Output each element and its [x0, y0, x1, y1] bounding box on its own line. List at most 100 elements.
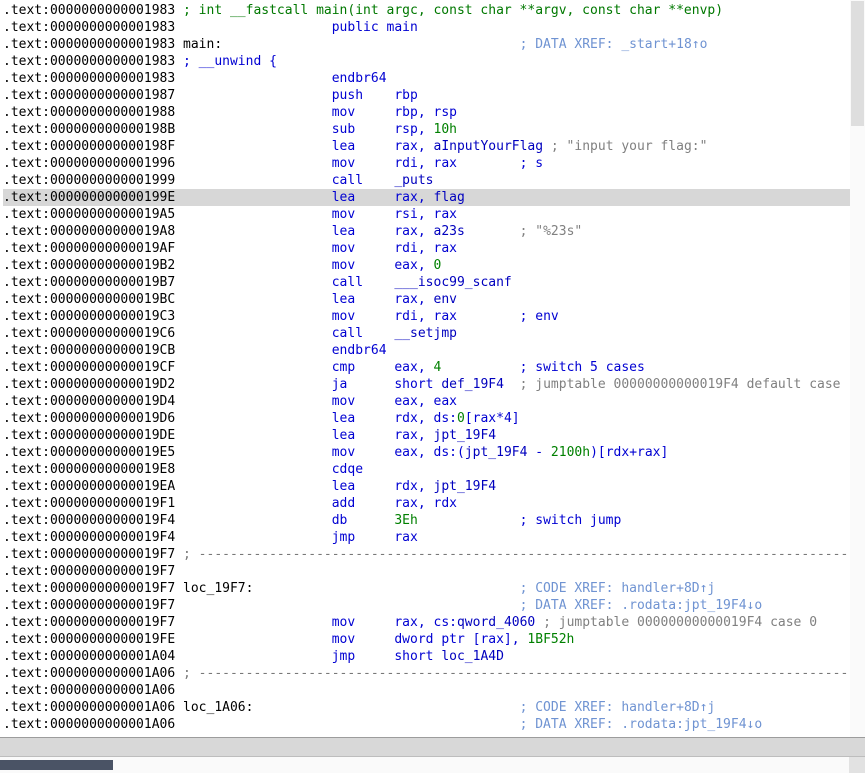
- asm-line[interactable]: .text:00000000000019FE mov dword ptr [ra…: [3, 631, 865, 648]
- horizontal-scrollbar-thumb[interactable]: [0, 760, 113, 770]
- symbol-name[interactable]: def_19F4: [441, 377, 504, 392]
- xref-comment[interactable]: ; DATA XREF: .rodata:jpt_19F4↓o: [520, 717, 763, 732]
- symbol-name[interactable]: aInputYourFlag: [434, 139, 544, 154]
- instruction-text: eax, ds:(: [394, 445, 464, 460]
- instruction-text: mov: [332, 632, 355, 647]
- asm-line-selected[interactable]: .text:000000000000199E lea rax, flag: [3, 189, 865, 206]
- address: .text:00000000000019F7: [3, 564, 175, 579]
- asm-line[interactable]: .text:00000000000019E8 cdqe: [3, 461, 865, 478]
- disassembly-listing[interactable]: .text:0000000000001983 ; int __fastcall …: [0, 0, 865, 737]
- xref-comment[interactable]: ; CODE XREF: handler+8D↑j: [520, 700, 716, 715]
- label: main:: [183, 37, 222, 52]
- asm-line[interactable]: .text:0000000000001983 ; __unwind {: [3, 53, 865, 70]
- symbol-name[interactable]: ___isoc99_scanf: [394, 275, 511, 290]
- instruction-text: dword ptr [rax],: [394, 632, 527, 647]
- xref-comment[interactable]: ; CODE XREF: handler+8D↑j: [520, 581, 716, 596]
- asm-line[interactable]: .text:00000000000019F7 mov rax, cs:qword…: [3, 614, 865, 631]
- asm-line[interactable]: .text:0000000000001983 endbr64: [3, 70, 865, 87]
- instruction-text: rsi, rax: [394, 207, 457, 222]
- asm-line[interactable]: .text:00000000000019C6 call __setjmp: [3, 325, 865, 342]
- vertical-scrollbar-thumb[interactable]: [851, 1, 864, 126]
- address: .text:00000000000019A8: [3, 224, 175, 239]
- instruction-text: mov: [332, 615, 355, 630]
- asm-line[interactable]: .text:0000000000001983 ; int __fastcall …: [3, 2, 865, 19]
- instruction-text: )[rdx+rax]: [590, 445, 668, 460]
- comment: ; __unwind {: [183, 54, 277, 69]
- asm-line[interactable]: .text:00000000000019CB endbr64: [3, 342, 865, 359]
- address: .text:0000000000001983: [3, 37, 175, 52]
- asm-line[interactable]: .text:0000000000001A06: [3, 682, 865, 699]
- symbol-name[interactable]: jpt_19F4: [434, 428, 497, 443]
- asm-line[interactable]: .text:000000000000198B sub rsp, 10h: [3, 121, 865, 138]
- asm-line[interactable]: .text:00000000000019EA lea rdx, jpt_19F4: [3, 478, 865, 495]
- asm-line[interactable]: .text:00000000000019B7 call ___isoc99_sc…: [3, 274, 865, 291]
- address: .text:00000000000019BC: [3, 292, 175, 307]
- instruction-text: mov: [332, 258, 355, 273]
- xref-comment[interactable]: ; DATA XREF: _start+18↑o: [520, 37, 708, 52]
- asm-line[interactable]: .text:00000000000019A8 lea rax, a23s ; "…: [3, 223, 865, 240]
- asm-line[interactable]: .text:00000000000019C3 mov rdi, rax ; en…: [3, 308, 865, 325]
- instruction-text: db: [332, 513, 348, 528]
- asm-line[interactable]: .text:0000000000001983 public main: [3, 19, 865, 36]
- address: .text:00000000000019F7: [3, 598, 175, 613]
- xref-comment[interactable]: ; DATA XREF: .rodata:jpt_19F4↓o: [520, 598, 763, 613]
- asm-line[interactable]: .text:0000000000001999 call _puts: [3, 172, 865, 189]
- asm-line[interactable]: .text:0000000000001983 main: ; DATA XREF…: [3, 36, 865, 53]
- asm-line[interactable]: .text:00000000000019D4 mov eax, eax: [3, 393, 865, 410]
- symbol-name[interactable]: qword_4060: [457, 615, 535, 630]
- asm-line[interactable]: .text:0000000000001996 mov rdi, rax ; s: [3, 155, 865, 172]
- address: .text:00000000000019D4: [3, 394, 175, 409]
- auto-comment: ; "input your flag:": [551, 139, 708, 154]
- symbol-name[interactable]: flag: [434, 190, 465, 205]
- address: .text:0000000000001A04: [3, 649, 175, 664]
- asm-line[interactable]: .text:00000000000019BC lea rax, env: [3, 291, 865, 308]
- asm-line[interactable]: .text:00000000000019F7 loc_19F7: ; CODE …: [3, 580, 865, 597]
- asm-line[interactable]: .text:0000000000001A06 loc_1A06: ; CODE …: [3, 699, 865, 716]
- instruction-text: push: [332, 88, 363, 103]
- asm-line[interactable]: .text:00000000000019D6 lea rdx, ds:0[rax…: [3, 410, 865, 427]
- address: .text:0000000000001A06: [3, 700, 175, 715]
- asm-line[interactable]: .text:00000000000019B2 mov eax, 0: [3, 257, 865, 274]
- symbol-name[interactable]: _puts: [394, 173, 433, 188]
- asm-line[interactable]: .text:00000000000019F7 ; ---------------…: [3, 546, 865, 563]
- asm-line[interactable]: .text:00000000000019E5 mov eax, ds:(jpt_…: [3, 444, 865, 461]
- address: .text:00000000000019F7: [3, 581, 175, 596]
- asm-line[interactable]: .text:00000000000019F7: [3, 563, 865, 580]
- asm-line[interactable]: .text:0000000000001988 mov rbp, rsp: [3, 104, 865, 121]
- asm-line[interactable]: .text:00000000000019A5 mov rsi, rax: [3, 206, 865, 223]
- asm-line[interactable]: .text:0000000000001A04 jmp short loc_1A4…: [3, 648, 865, 665]
- asm-line[interactable]: .text:00000000000019F7 ; DATA XREF: .rod…: [3, 597, 865, 614]
- instruction-text: eax,: [394, 360, 433, 375]
- asm-line[interactable]: .text:00000000000019F1 add rax, rdx: [3, 495, 865, 512]
- symbol-name[interactable]: a23s: [434, 224, 465, 239]
- label: loc_19F7:: [183, 581, 253, 596]
- number-literal: 10h: [434, 122, 457, 137]
- asm-line[interactable]: .text:00000000000019DE lea rax, jpt_19F4: [3, 427, 865, 444]
- asm-line[interactable]: .text:00000000000019F4 db 3Eh ; switch j…: [3, 512, 865, 529]
- asm-line[interactable]: .text:00000000000019AF mov rdi, rax: [3, 240, 865, 257]
- asm-line[interactable]: .text:00000000000019D2 ja short def_19F4…: [3, 376, 865, 393]
- asm-line[interactable]: .text:0000000000001A06 ; DATA XREF: .rod…: [3, 716, 865, 733]
- address: .text:000000000000199E: [3, 190, 175, 205]
- instruction-text: mov: [332, 309, 355, 324]
- symbol-name[interactable]: env: [434, 292, 457, 307]
- instruction-text: lea: [332, 479, 355, 494]
- label: loc_1A06:: [183, 700, 253, 715]
- asm-line[interactable]: .text:00000000000019F4 jmp rax: [3, 529, 865, 546]
- asm-line[interactable]: .text:0000000000001987 push rbp: [3, 87, 865, 104]
- symbol-name[interactable]: jpt_19F4: [465, 445, 528, 460]
- symbol-name[interactable]: loc_1A4D: [441, 649, 504, 664]
- asm-line[interactable]: .text:0000000000001A06 ; ---------------…: [3, 665, 865, 682]
- asm-line[interactable]: .text:000000000000198F lea rax, aInputYo…: [3, 138, 865, 155]
- horizontal-scrollbar[interactable]: [0, 757, 849, 773]
- instruction-text: lea: [332, 139, 355, 154]
- instruction-text: rax, cs:: [394, 615, 457, 630]
- symbol-name[interactable]: __setjmp: [394, 326, 457, 341]
- vertical-scrollbar[interactable]: [850, 0, 865, 737]
- asm-line[interactable]: .text:00000000000019CF cmp eax, 4 ; swit…: [3, 359, 865, 376]
- instruction-text: rax,: [394, 428, 433, 443]
- symbol-name[interactable]: jpt_19F4: [434, 479, 497, 494]
- instruction-text: mov: [332, 156, 355, 171]
- instruction-text: lea: [332, 411, 355, 426]
- comment: ; switch 5 cases: [520, 360, 645, 375]
